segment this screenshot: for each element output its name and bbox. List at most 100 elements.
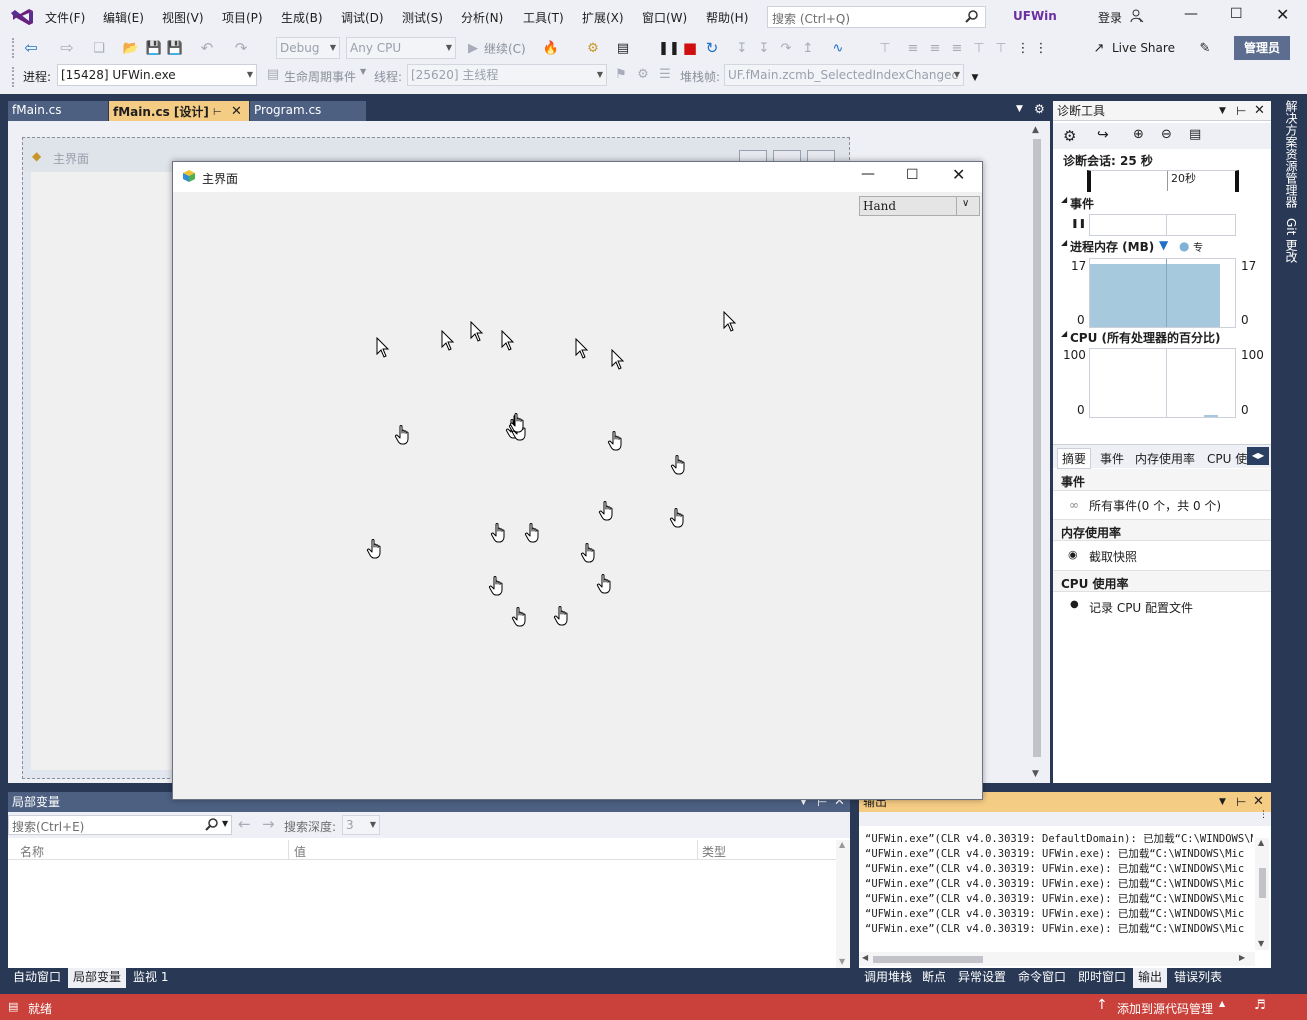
step-over-icon[interactable]: ↧ [755,39,773,57]
quick-search-input[interactable]: 搜索 (Ctrl+Q) [772,10,850,27]
tab-close-icon[interactable]: ✕ [231,103,242,121]
upload-arrow-icon[interactable]: ↑ [1096,997,1108,1013]
hot-reload-icon[interactable]: 🔥 [542,39,560,57]
all-events-link[interactable]: 所有事件(0 个，共 0 个) [1089,497,1221,514]
restart-icon[interactable]: ↻ [703,39,721,57]
output-horizontal-scrollbar[interactable]: ◀ ▶ [859,952,1255,966]
platform-dropdown[interactable]: Any CPU ▼ [346,37,456,59]
menu-item-0[interactable]: 文件(F) [45,9,85,26]
lifecycle-icon[interactable]: ▤ [264,65,282,83]
solution-explorer-side-tab[interactable]: 解决方案资源管理器 [1278,100,1300,210]
pause-icon[interactable]: ❚❚ [658,39,680,57]
menu-item-3[interactable]: 项目(P) [222,9,263,26]
tab-output[interactable]: 输出 [1133,968,1168,988]
undo-icon[interactable]: ↶ [198,39,216,57]
output-close-icon[interactable]: ✕ [1253,792,1264,812]
export-icon[interactable]: ↪ [1097,127,1109,143]
thread-filter-icon[interactable]: ⚙ [634,65,652,83]
locals-search-box[interactable]: 搜索(Ctrl+E) ▼ [8,815,232,835]
minimize-icon[interactable]: — [1184,6,1198,22]
pin-icon[interactable]: ⊢ [213,103,222,121]
lifecycle-events-button[interactable]: 生命周期事件 [284,68,356,85]
close-icon[interactable]: ✕ [1276,5,1289,24]
lifecycle-dropdown-arrow[interactable]: ▼ [360,67,366,76]
save-icon[interactable]: 💾 [145,39,163,57]
locals-vertical-scrollbar[interactable]: ▲ ▼ [836,840,850,968]
designer-vertical-scrollbar[interactable]: ▲ ▼ [1030,125,1044,779]
tab-fmain-cs[interactable]: fMain.cs [8,101,108,121]
locals-search-dropdown-icon[interactable]: ▼ [222,819,228,828]
live-share-icon[interactable]: ↗ [1090,39,1108,57]
column-name[interactable]: 名称 [20,843,44,860]
zoom-out-icon[interactable]: ⊖ [1161,127,1172,142]
step-into-icon[interactable]: ↧ [733,39,751,57]
panel-close-icon[interactable]: ✕ [1254,101,1265,121]
zoom-in-icon[interactable]: ⊕ [1133,127,1144,142]
running-app-window[interactable]: 主界面 — ☐ ✕ Hand ∨ [172,161,983,800]
align-center-icon[interactable]: ≡ [926,39,944,57]
tab-list-dropdown-icon[interactable]: ▼ [1016,104,1023,114]
tab-error-list[interactable]: 错误列表 [1169,968,1227,988]
continue-play-icon[interactable]: ▶ [464,39,482,57]
menu-item-6[interactable]: 测试(S) [402,9,443,26]
visual-studio-logo-icon[interactable] [10,7,34,27]
locals-search-input[interactable]: 搜索(Ctrl+E) [12,818,84,835]
tab-fmain-designer[interactable]: fMain.cs [设计] ⊢ ✕ [109,101,249,121]
tab-scroll-arrows-icon[interactable]: ◀▶ [1247,447,1269,465]
live-share-button[interactable]: Live Share [1112,41,1175,55]
output-text-area[interactable]: “UFWin.exe”(CLR v4.0.30319: DefaultDomai… [865,832,1253,942]
maximize-icon[interactable]: ☐ [1230,6,1243,22]
step-out-icon[interactable]: ↥ [799,39,817,57]
tab-immediate-window[interactable]: 即时窗口 [1073,968,1131,988]
chart-icon[interactable]: ▤ [1189,127,1201,142]
align-middle-icon[interactable]: ⊤ [992,39,1010,57]
process-icon[interactable]: ⚙ [584,39,602,57]
menu-item-7[interactable]: 分析(N) [461,9,503,26]
git-changes-side-tab[interactable]: Git 更改 [1278,218,1300,278]
output-dropdown-icon[interactable]: ▼ [1219,792,1226,812]
tab-settings-gear-icon[interactable]: ⚙ [1034,102,1045,116]
tab-cpu-usage[interactable]: CPU 使 [1207,450,1247,467]
timeline-ruler[interactable]: 20秒 [1087,170,1239,192]
configuration-dropdown[interactable]: Debug ▼ [276,37,340,59]
app-close-icon[interactable]: ✕ [952,165,965,184]
feedback-icon[interactable]: ✎ [1196,39,1214,57]
thread-dropdown[interactable]: [25620] 主线程 ▼ [407,64,607,86]
notifications-bell-icon[interactable]: ♬ [1254,998,1266,1013]
thread-expand-icon[interactable]: ☰ [656,65,674,83]
diagnostic-icon[interactable]: ∿ [829,39,847,57]
settings-gear-icon[interactable]: ⚙ [1063,127,1076,145]
add-to-source-control-button[interactable]: 添加到源代码管理 [1117,1000,1213,1017]
search-previous-icon[interactable]: ← [238,815,251,833]
tab-command-window[interactable]: 命令窗口 [1013,968,1071,988]
stack-frame-dropdown[interactable]: UF.fMain.zcmb_SelectedIndexChangec ▼ [724,64,964,86]
toolbar-overflow-icon[interactable]: ▼ [966,69,984,87]
search-next-icon[interactable]: → [262,815,275,833]
panel-pin-icon[interactable]: ⊢ [1236,101,1246,121]
tab-events[interactable]: 事件 [1100,450,1124,467]
new-item-icon[interactable]: ❏ [90,39,108,57]
window-layout-icon[interactable]: ▤ [614,39,632,57]
menu-item-4[interactable]: 生成(B) [281,9,323,26]
tab-exception-settings[interactable]: 异常设置 [953,968,1011,988]
spacing-alt-icon[interactable]: ⋮ [1032,39,1050,57]
search-depth-dropdown[interactable]: 3 ▼ [342,815,380,835]
process-dropdown[interactable]: [15428] UFWin.exe ▼ [57,64,257,86]
tab-program-cs[interactable]: Program.cs [250,101,366,121]
align-top-icon[interactable]: ⊤ [970,39,988,57]
panel-dropdown-icon[interactable]: ▼ [1219,101,1226,121]
save-all-icon[interactable]: 💾 [166,39,184,57]
menu-item-5[interactable]: 调试(D) [341,9,384,26]
app-minimize-icon[interactable]: — [861,166,875,182]
app-maximize-icon[interactable]: ☐ [906,167,919,183]
back-icon[interactable]: ⇦ [22,39,40,57]
column-type[interactable]: 类型 [702,843,726,860]
continue-button[interactable]: 继续(C) [484,40,526,57]
tab-autos[interactable]: 自动窗口 [8,968,66,988]
running-app-titlebar[interactable]: 主界面 — ☐ ✕ [173,162,982,192]
menu-item-8[interactable]: 工具(T) [523,9,564,26]
format-icon[interactable]: ⊤ [876,39,894,57]
tab-call-stack[interactable]: 调用堆栈 [859,968,917,988]
source-control-up-icon[interactable]: ▲ [1219,999,1225,1008]
record-cpu-profile-link[interactable]: 记录 CPU 配置文件 [1089,599,1193,616]
